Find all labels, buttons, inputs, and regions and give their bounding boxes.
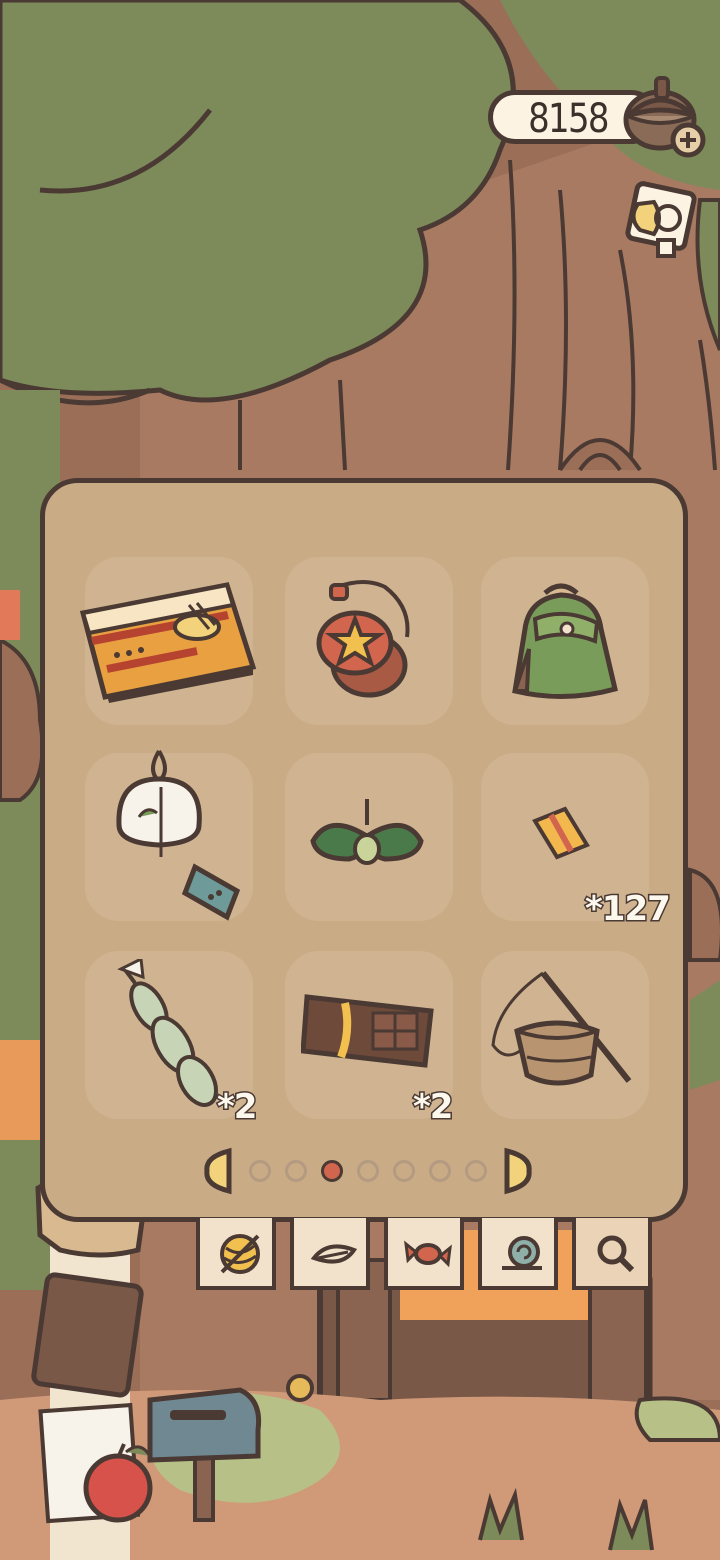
inventory-slot-acorn-lantern[interactable]	[481, 951, 649, 1119]
dango-skewer-icon	[117, 959, 218, 1107]
inventory-slot-green-backpack[interactable]	[481, 557, 649, 725]
star-yoyo-icon	[316, 580, 410, 698]
page-dot-7[interactable]	[465, 1160, 487, 1182]
ticket-count: *127	[584, 888, 673, 931]
page-dot-6[interactable]	[429, 1160, 451, 1182]
dango-count: *2	[215, 1086, 258, 1129]
tab-yarn[interactable]	[196, 1218, 276, 1290]
page-dot-1[interactable]	[249, 1160, 271, 1182]
inventory-slot-star-yoyo[interactable]	[285, 557, 453, 725]
chocolate-bar-icon	[301, 994, 434, 1068]
stamp-card-icon[interactable]	[618, 178, 704, 264]
wind-chime-icon	[116, 749, 241, 921]
inventory-panel: *127 *2 *2	[40, 478, 688, 1222]
snail-icon	[502, 1236, 542, 1270]
page-dot-4[interactable]	[357, 1160, 379, 1182]
inventory-slot-bento-box[interactable]	[79, 557, 257, 725]
magnifier-icon	[597, 1235, 635, 1273]
inventory-slot-wind-chime[interactable]	[85, 749, 253, 921]
prev-page-arrow-icon[interactable]	[203, 1147, 233, 1195]
leaf-icon	[310, 1244, 358, 1264]
chocolate-count: *2	[411, 1086, 454, 1129]
page-dot-2[interactable]	[285, 1160, 307, 1182]
tab-leaf[interactable]	[290, 1218, 370, 1290]
plus-icon[interactable]	[670, 122, 706, 158]
next-page-arrow-icon[interactable]	[503, 1147, 533, 1195]
tab-snail[interactable]	[478, 1218, 558, 1290]
currency-value: 8158	[528, 96, 609, 142]
leaf-sprout-icon	[310, 799, 424, 865]
bento-box-icon	[79, 582, 257, 703]
backpack-icon	[512, 583, 618, 700]
acorn-icon	[623, 76, 706, 158]
inventory-slot-leaf-sprout[interactable]	[285, 753, 453, 921]
candy-icon	[404, 1240, 452, 1268]
tab-search[interactable]	[572, 1218, 652, 1290]
pagination	[203, 1147, 533, 1197]
yarn-ball-icon	[220, 1234, 260, 1274]
page-dot-5[interactable]	[393, 1160, 415, 1182]
ticket-icon	[532, 806, 590, 860]
acorn-lantern-icon	[491, 971, 632, 1086]
page-dot-3-active[interactable]	[321, 1160, 343, 1182]
tab-candy[interactable]	[384, 1218, 464, 1290]
acorn-currency-counter[interactable]: 8158	[488, 76, 708, 168]
